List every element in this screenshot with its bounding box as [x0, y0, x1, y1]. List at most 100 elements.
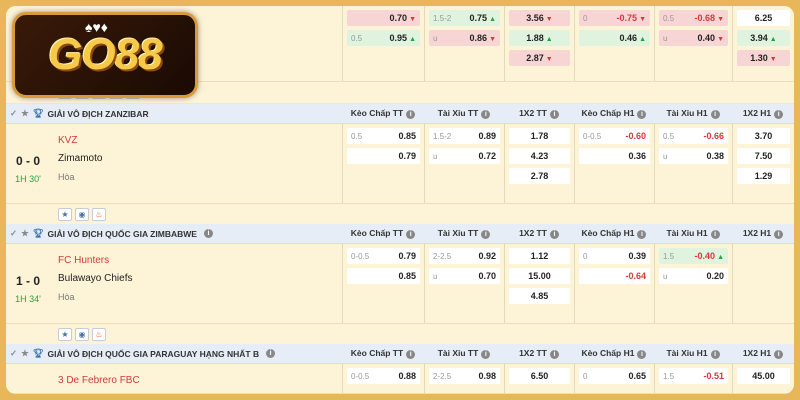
1x2-column: 1.78 4.23 2.78 — [504, 124, 574, 203]
handicap-odds-cell[interactable]: 0.5 0.95 ▲ — [347, 30, 420, 46]
1x2-h1-odds-cell[interactable]: 1.29 — [737, 168, 790, 184]
info-icon[interactable]: i — [266, 349, 276, 358]
odds-value: -0.40 — [694, 251, 716, 261]
info-icon[interactable]: i — [774, 109, 784, 119]
handicap-odds-cell[interactable]: 0-0.5 0.88 — [347, 368, 420, 384]
1x2-h1-odds-cell[interactable]: 6.25 — [737, 10, 790, 26]
odds-value: -0.68 — [694, 13, 716, 23]
column-header: Kèo Chấp H1 i — [574, 348, 654, 359]
odds-value: 0.79 — [398, 151, 416, 161]
column-header: 1X2 H1 i — [732, 228, 794, 239]
fire-icon[interactable]: ♨ — [92, 208, 106, 221]
1x2-odds-cell[interactable]: 4.23 — [509, 148, 570, 164]
info-icon[interactable]: i — [637, 349, 647, 359]
over-under-h1-odds-cell[interactable]: 1.5 -0.51 — [659, 368, 728, 384]
away-team[interactable]: Bulawayo Chiefs — [58, 270, 132, 288]
handicap-h1-column: 0 -0.75 ▼ 0.46 ▲ — [574, 6, 654, 81]
over-under-h1-odds-cell[interactable]: u 0.20 — [659, 268, 728, 284]
handicap-odds-cell[interactable]: 0-0.5 0.79 — [347, 248, 420, 264]
column-header: Kèo Chấp H1 i — [574, 108, 654, 119]
info-icon[interactable]: i — [774, 349, 784, 359]
odds-value: 0.46 — [619, 33, 638, 43]
1x2-odds-cell[interactable]: 6.50 — [509, 368, 570, 384]
star-icon[interactable]: ★ — [21, 108, 29, 119]
over-under-h1-odds-cell[interactable]: u 0.38 — [659, 148, 728, 164]
1x2-h1-odds-cell[interactable]: 1.30 ▼ — [737, 50, 790, 66]
star-icon[interactable]: ★ — [21, 228, 29, 239]
1x2-odds-cell[interactable]: 4.85 — [509, 288, 570, 304]
home-team[interactable]: FC Hunters — [58, 252, 132, 270]
1x2-h1-odds-cell[interactable]: 7.50 — [737, 148, 790, 164]
1x2-odds-cell[interactable]: 2.87 ▼ — [509, 50, 570, 66]
odds-value: 1.30 — [750, 53, 768, 63]
1x2-odds-cell[interactable]: 2.78 — [509, 168, 570, 184]
over-under-h1-odds-cell[interactable]: 0.5 -0.68 ▼ — [659, 10, 728, 26]
handicap-h1-odds-cell[interactable]: 0 -0.75 ▼ — [579, 10, 650, 26]
handicap-odds-cell[interactable]: 0.79 — [347, 148, 420, 164]
info-icon[interactable]: i — [481, 349, 491, 359]
1x2-odds-cell[interactable]: 15.00 — [509, 268, 570, 284]
info-icon[interactable]: i — [710, 109, 720, 119]
1x2-odds-cell[interactable]: 1.12 — [509, 248, 570, 264]
over-under-h1-odds-cell[interactable]: 1.5 -0.40 ▲ — [659, 248, 728, 264]
1x2-h1-column: 6.25 3.94 ▲ 1.30 ▼ — [732, 6, 794, 81]
over-under-odds-cell[interactable]: u 0.72 — [429, 148, 500, 164]
handicap-h1-odds-cell[interactable]: -0.64 — [579, 268, 650, 284]
odds-value: 3.56 — [526, 13, 544, 23]
star-icon[interactable]: ★ — [58, 328, 72, 341]
star-icon[interactable]: ★ — [21, 348, 29, 359]
away-team[interactable]: Zimamoto — [58, 150, 102, 168]
over-under-h1-odds-cell[interactable]: u 0.40 ▼ — [659, 30, 728, 46]
info-icon[interactable]: i — [549, 229, 559, 239]
handicap-odds-cell[interactable]: 0.70 ▼ — [347, 10, 420, 26]
over-under-odds-cell[interactable]: u 0.86 ▼ — [429, 30, 500, 46]
1x2-h1-odds-cell[interactable]: 45.00 — [737, 368, 790, 384]
handicap-h1-odds-cell[interactable]: 0.46 ▲ — [579, 30, 650, 46]
collapse-chevron-icon[interactable]: ✓ — [10, 348, 17, 359]
1x2-odds-cell[interactable]: 3.56 ▼ — [509, 10, 570, 26]
fire-icon[interactable]: ♨ — [92, 328, 106, 341]
over-under-odds-cell[interactable]: u 0.70 — [429, 268, 500, 284]
1x2-h1-odds-cell[interactable]: 3.94 ▲ — [737, 30, 790, 46]
match-minute: 1H 34' — [15, 294, 41, 304]
handicap-h1-odds-cell[interactable]: 0 0.39 — [579, 248, 650, 264]
collapse-chevron-icon[interactable]: ✓ — [10, 108, 17, 119]
eye-icon[interactable]: ◉ — [75, 328, 89, 341]
handicap-h1-odds-cell[interactable]: 0 0.65 — [579, 368, 650, 384]
info-icon[interactable]: i — [710, 349, 720, 359]
info-icon[interactable]: i — [549, 109, 559, 119]
eye-icon[interactable]: ◉ — [75, 208, 89, 221]
handicap-h1-odds-cell[interactable]: 0-0.5 -0.60 — [579, 128, 650, 144]
home-team[interactable]: KVZ — [58, 132, 102, 150]
info-icon[interactable]: i — [481, 229, 491, 239]
info-icon[interactable]: i — [203, 229, 213, 238]
over-under-odds-cell[interactable]: 2-2.5 0.98 — [429, 368, 500, 384]
over-under-odds-cell[interactable]: 1.5-2 0.75 ▲ — [429, 10, 500, 26]
handicap-h1-column: 0-0.5 -0.60 0.36 — [574, 124, 654, 203]
info-icon[interactable]: i — [549, 349, 559, 359]
info-icon[interactable]: i — [481, 109, 491, 119]
info-icon[interactable]: i — [774, 229, 784, 239]
odds-value: 0.86 — [469, 33, 488, 43]
star-icon[interactable]: ★ — [58, 208, 72, 221]
info-icon[interactable]: i — [710, 229, 720, 239]
home-team[interactable]: 3 De Febrero FBC — [58, 372, 140, 390]
info-icon[interactable]: i — [406, 349, 416, 359]
1x2-odds-cell[interactable]: 1.78 — [509, 128, 570, 144]
info-icon[interactable]: i — [406, 229, 416, 239]
league-header: ✓ ★ 🏆︎ GIẢI VÔ ĐỊCH QUỐC GIA PARAGUAY HẠNG … — [6, 344, 794, 364]
over-under-odds-cell[interactable]: 1.5-2 0.89 — [429, 128, 500, 144]
1x2-h1-odds-cell[interactable]: 3.70 — [737, 128, 790, 144]
info-icon[interactable]: i — [406, 109, 416, 119]
handicap-odds-cell[interactable]: 0.85 — [347, 268, 420, 284]
handicap-odds-cell[interactable]: 0.5 0.85 — [347, 128, 420, 144]
1x2-odds-cell[interactable]: 1.88 ▲ — [509, 30, 570, 46]
over-under-h1-odds-cell[interactable]: 0.5 -0.66 — [659, 128, 728, 144]
handicap-h1-column: 0 0.39 -0.64 — [574, 244, 654, 323]
column-header: 1X2 H1 i — [732, 108, 794, 119]
collapse-chevron-icon[interactable]: ✓ — [10, 228, 17, 239]
info-icon[interactable]: i — [637, 109, 647, 119]
handicap-h1-odds-cell[interactable]: 0.36 — [579, 148, 650, 164]
info-icon[interactable]: i — [637, 229, 647, 239]
over-under-odds-cell[interactable]: 2-2.5 0.92 — [429, 248, 500, 264]
